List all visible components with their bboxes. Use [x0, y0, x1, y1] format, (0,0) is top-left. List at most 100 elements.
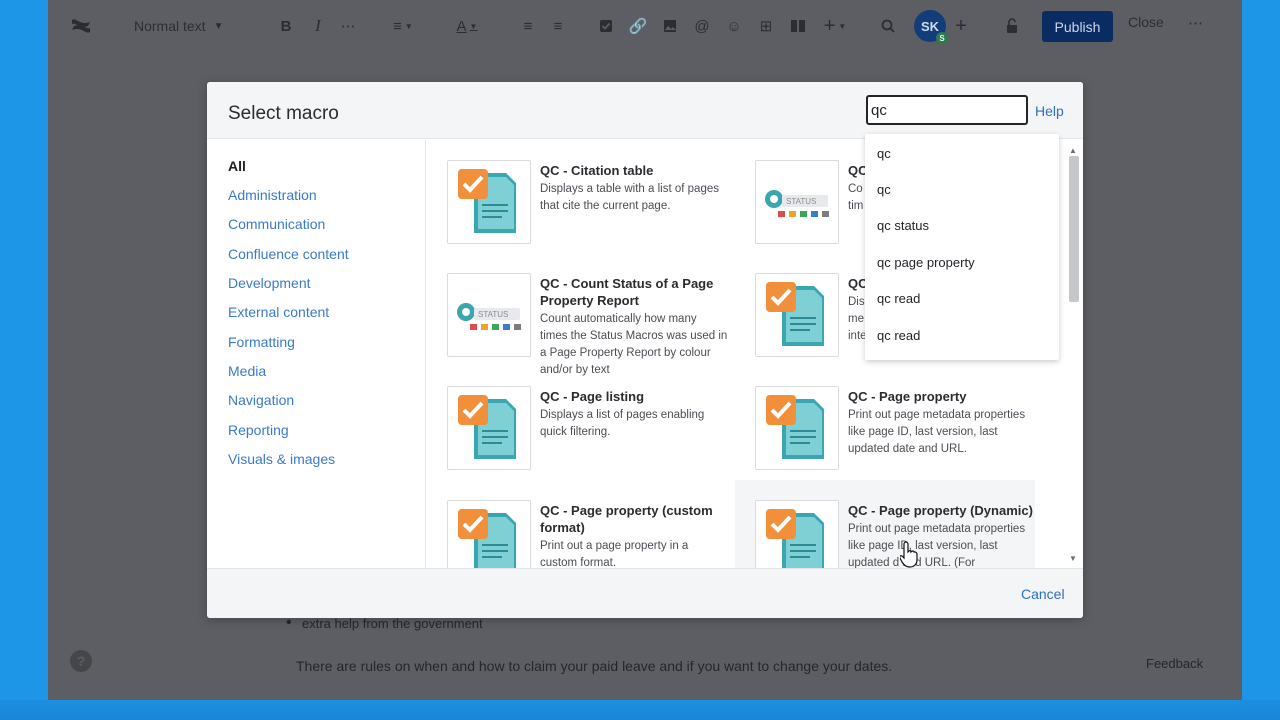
- scroll-down-icon[interactable]: ▼: [1069, 554, 1077, 563]
- task-checkbox-icon[interactable]: [596, 14, 616, 38]
- suggestion-item[interactable]: qc: [877, 146, 891, 161]
- publish-button[interactable]: Publish: [1042, 11, 1113, 42]
- bullet-list-icon[interactable]: ≡: [518, 14, 538, 38]
- category-development[interactable]: Development: [228, 275, 311, 291]
- macro-desc: Displays a table with a list of pages: [540, 183, 719, 195]
- paragraph-text: There are rules on when and how to claim…: [296, 658, 893, 674]
- link-icon[interactable]: 🔗: [628, 14, 648, 38]
- help-icon[interactable]: ?: [70, 650, 92, 672]
- suggestion-item[interactable]: qc read: [877, 291, 920, 306]
- unlock-icon[interactable]: [1002, 14, 1022, 38]
- category-formatting[interactable]: Formatting: [228, 334, 295, 350]
- macro-desc: updated date and URL.: [848, 443, 967, 455]
- editor-toolbar: Normal text ▼ B I ⋯ ≡ ▼ A ▼ ≡ ≡ 🔗 @ ☺ ⊞ + ▼…: [48, 0, 1242, 52]
- category-reporting[interactable]: Reporting: [228, 422, 289, 438]
- invite-plus-icon[interactable]: +: [951, 14, 971, 38]
- macro-desc: quick filtering.: [540, 426, 611, 438]
- search-icon[interactable]: [878, 14, 898, 38]
- scroll-up-icon[interactable]: ▲: [1069, 146, 1077, 155]
- macro-title-line2: Property Report: [540, 293, 639, 308]
- avatar-badge: S: [936, 32, 948, 44]
- macro-card-page-property-custom[interactable]: QC - Page property (custom format) Print…: [427, 480, 727, 568]
- qc-doc-icon: [755, 386, 839, 470]
- cancel-button[interactable]: Cancel: [1021, 586, 1065, 602]
- macro-desc: a Page Property Report by colour: [540, 347, 711, 359]
- close-button[interactable]: Close: [1128, 14, 1164, 30]
- macro-card-citation-table[interactable]: QC - Citation table Displays a table wit…: [427, 140, 727, 250]
- category-visuals-images[interactable]: Visuals & images: [228, 451, 335, 467]
- dialog-footer: Cancel: [207, 568, 1083, 618]
- macro-card-page-property[interactable]: QC - Page property Print out page metada…: [735, 366, 1035, 476]
- table-icon[interactable]: ⊞: [756, 14, 776, 38]
- macro-card-page-listing[interactable]: QC - Page listing Displays a list of pag…: [427, 366, 727, 476]
- macro-desc: Print out page metadata properties: [848, 409, 1026, 421]
- category-external-content[interactable]: External content: [228, 304, 329, 320]
- qc-doc-icon: [447, 500, 531, 568]
- macro-desc: times the Status Macros was used in: [540, 330, 728, 342]
- macro-desc: like page ID, last version, last: [848, 426, 998, 438]
- svg-text:STATUS: STATUS: [478, 310, 508, 319]
- macro-desc: Count automatically how many: [540, 313, 697, 325]
- macro-desc: custom format.: [540, 557, 617, 568]
- desktop-background: [0, 700, 1280, 720]
- status-icon: STATUS: [447, 273, 531, 357]
- macro-title: QC - Page property: [848, 389, 967, 404]
- text-style-label: Normal text: [134, 18, 206, 34]
- macro-search-input[interactable]: [866, 95, 1028, 125]
- text-style-dropdown[interactable]: Normal text ▼: [134, 14, 238, 38]
- macro-title: QC - Page property (Dynamic): [848, 503, 1033, 518]
- qc-doc-icon: [755, 273, 839, 357]
- qc-doc-icon: [447, 386, 531, 470]
- category-sidebar: All Administration Communication Conflue…: [207, 140, 426, 568]
- macro-title: QC - Citation table: [540, 163, 654, 178]
- insert-plus-icon[interactable]: + ▼: [820, 14, 850, 38]
- suggestion-item[interactable]: qc read: [877, 328, 920, 343]
- confluence-logo-icon[interactable]: [68, 14, 94, 38]
- align-icon[interactable]: ≡ ▼: [388, 14, 418, 38]
- help-link[interactable]: Help: [1035, 103, 1064, 119]
- macro-list-scrollbar[interactable]: ▲ ▼: [1067, 146, 1079, 566]
- macro-desc: updated d and URL. (For: [848, 557, 976, 568]
- layout-icon[interactable]: [788, 14, 808, 38]
- bold-icon[interactable]: B: [276, 14, 296, 38]
- macro-desc: Print out page metadata properties: [848, 523, 1026, 535]
- qc-doc-icon: [447, 160, 531, 244]
- macro-title-line2: format): [540, 520, 585, 535]
- emoji-icon[interactable]: ☺: [724, 14, 744, 38]
- category-navigation[interactable]: Navigation: [228, 392, 294, 408]
- macro-title: QC - Count Status of a Page: [540, 276, 714, 291]
- mention-icon[interactable]: @: [692, 14, 712, 38]
- dialog-title: Select macro: [228, 103, 339, 124]
- category-confluence-content[interactable]: Confluence content: [228, 246, 349, 262]
- macro-title: QC - Page listing: [540, 389, 645, 404]
- text-color-icon[interactable]: A ▼: [452, 14, 482, 38]
- suggestion-item[interactable]: qc: [877, 182, 891, 197]
- bullet-text: extra help from the government: [286, 614, 483, 632]
- numbered-list-icon[interactable]: ≡: [548, 14, 568, 38]
- macro-title: QC - Page property (custom: [540, 503, 713, 518]
- category-communication[interactable]: Communication: [228, 216, 325, 232]
- dialog-header: Select macro Help: [207, 82, 1083, 139]
- category-administration[interactable]: Administration: [228, 187, 317, 203]
- feedback-button[interactable]: Feedback: [1146, 656, 1203, 671]
- avatar-initials: SK: [920, 18, 940, 34]
- image-icon[interactable]: [660, 14, 680, 38]
- italic-icon[interactable]: I: [308, 14, 328, 38]
- avatar[interactable]: SK S: [914, 10, 948, 44]
- macro-card-count-status[interactable]: STATUS QC - Count Status of a Page Prope…: [427, 253, 727, 376]
- chevron-down-icon: ▼: [213, 20, 224, 32]
- suggestion-item[interactable]: qc status: [877, 218, 929, 233]
- search-suggestions: qc qc qc status qc page property qc read…: [865, 134, 1059, 360]
- more-actions-icon[interactable]: ⋯: [1188, 14, 1203, 32]
- more-formatting-icon[interactable]: ⋯: [338, 14, 358, 38]
- suggestion-item[interactable]: qc page property: [877, 255, 975, 270]
- scrollbar-thumb[interactable]: [1069, 156, 1079, 302]
- qc-doc-icon: [755, 500, 839, 568]
- status-icon: STATUS: [755, 160, 839, 244]
- macro-desc: Displays a list of pages enabling: [540, 409, 705, 421]
- category-all[interactable]: All: [228, 158, 246, 174]
- macro-desc: like page ID, last version, last: [848, 540, 998, 552]
- mouse-pointer-icon: [899, 540, 918, 573]
- macro-card-page-property-dynamic[interactable]: QC - Page property (Dynamic) Print out p…: [735, 480, 1035, 568]
- category-media[interactable]: Media: [228, 363, 266, 379]
